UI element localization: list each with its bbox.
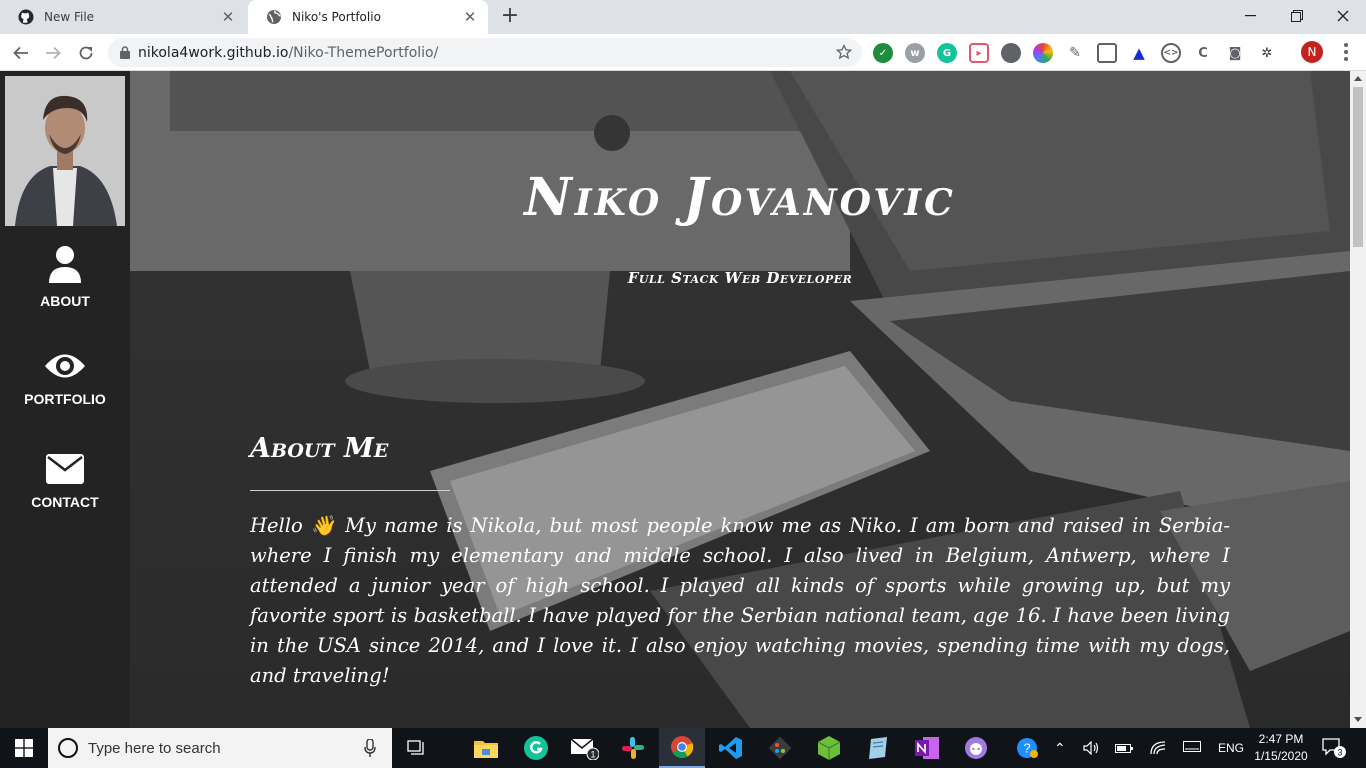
restore-icon[interactable] bbox=[1274, 0, 1320, 32]
svg-text:?: ? bbox=[1023, 741, 1030, 756]
notebook-app-icon[interactable] bbox=[855, 728, 901, 768]
grammarly-app-icon[interactable] bbox=[513, 728, 559, 768]
mail-app-icon[interactable]: 1 bbox=[562, 728, 608, 768]
globe-icon bbox=[266, 9, 282, 25]
profile-avatar[interactable]: N bbox=[1301, 41, 1323, 63]
wifi-icon[interactable] bbox=[1150, 728, 1166, 768]
scroll-up-icon[interactable] bbox=[1354, 76, 1362, 81]
about-paragraph: Hello 👋 My name is Nikola, but most peop… bbox=[250, 514, 1230, 687]
hero-name: Niko Jovanovic bbox=[524, 167, 956, 228]
w-extension-icon[interactable]: w bbox=[905, 43, 925, 63]
bookmark-star-icon[interactable] bbox=[836, 44, 852, 60]
camera-icon[interactable]: ◙ bbox=[1225, 43, 1245, 63]
color-picker-icon[interactable] bbox=[1033, 43, 1053, 63]
slack-icon[interactable] bbox=[610, 728, 656, 768]
about-divider bbox=[250, 490, 450, 491]
grammarly-icon[interactable]: G bbox=[937, 43, 957, 63]
sidebar-item-label: CONTACT bbox=[31, 494, 99, 510]
hero-section: Niko Jovanovic Full Stack Web Developer … bbox=[130, 71, 1350, 728]
notifications-icon[interactable]: 3 bbox=[1322, 728, 1346, 768]
sidebar-item-portfolio[interactable]: PORTFOLIO bbox=[0, 351, 130, 407]
task-view-icon[interactable] bbox=[394, 728, 440, 768]
forward-icon[interactable] bbox=[40, 40, 66, 66]
page-scrollbar[interactable] bbox=[1350, 71, 1366, 728]
url-host: nikola4work.github.io bbox=[138, 44, 289, 61]
sidebar: ABOUT PORTFOLIO CONTACT bbox=[0, 71, 130, 728]
sidebar-item-label: ABOUT bbox=[40, 293, 90, 309]
help-icon[interactable]: ? bbox=[1016, 728, 1038, 768]
sidebar-item-contact[interactable]: CONTACT bbox=[0, 454, 130, 510]
hero-role: Full Stack Web Developer bbox=[627, 269, 853, 287]
language-indicator[interactable]: ENG bbox=[1218, 728, 1244, 768]
battery-icon[interactable] bbox=[1115, 728, 1133, 768]
tab-new-file[interactable]: New File ✕ bbox=[0, 0, 246, 34]
bug-extension-icon[interactable]: ✲ bbox=[1257, 43, 1277, 63]
cortana-icon bbox=[58, 738, 78, 758]
tray-expand-icon[interactable]: ⌃ bbox=[1054, 728, 1066, 768]
address-bar[interactable]: nikola4work.github.io/Niko-ThemePortfoli… bbox=[108, 38, 862, 67]
record-extension-icon[interactable]: ▸ bbox=[969, 43, 989, 63]
mail-badge: 1 bbox=[590, 750, 595, 760]
notification-count: 3 bbox=[1337, 748, 1342, 758]
display-icon[interactable] bbox=[1183, 728, 1201, 768]
sidebar-item-about[interactable]: ABOUT bbox=[0, 245, 130, 309]
close-window-icon[interactable] bbox=[1320, 0, 1366, 32]
browser-toolbar: nikola4work.github.io/Niko-ThemePortfoli… bbox=[0, 34, 1366, 71]
cube-app-icon[interactable] bbox=[806, 728, 852, 768]
eyedropper-icon[interactable]: ✎ bbox=[1065, 43, 1085, 63]
taskbar-search-input[interactable]: Type here to search bbox=[48, 728, 392, 768]
clock-time: 2:47 PM bbox=[1258, 732, 1304, 746]
taskbar: Type here to search 1 ? ⌃ ENG 2:47 PM 1/… bbox=[0, 728, 1366, 768]
url-path: /Niko-ThemePortfolio/ bbox=[288, 44, 439, 61]
onenote-icon[interactable] bbox=[904, 728, 950, 768]
check-extension-icon[interactable]: ✓ bbox=[873, 43, 893, 63]
reload-icon[interactable] bbox=[73, 40, 99, 66]
microphone-icon[interactable] bbox=[364, 738, 376, 761]
user-icon bbox=[0, 245, 130, 283]
scroll-down-icon[interactable] bbox=[1354, 717, 1362, 722]
browser-menu-icon[interactable] bbox=[1336, 42, 1356, 62]
code-extension-icon[interactable]: <> bbox=[1161, 43, 1181, 63]
scrollbar-thumb[interactable] bbox=[1353, 87, 1363, 247]
page-viewport: Niko Jovanovic Full Stack Web Developer … bbox=[0, 71, 1350, 728]
eye-icon bbox=[0, 351, 130, 381]
circle-extension-icon[interactable] bbox=[1001, 43, 1021, 63]
windows-start-icon[interactable] bbox=[0, 728, 48, 768]
tab-title: New File bbox=[44, 10, 95, 24]
close-tab-icon[interactable]: ✕ bbox=[220, 8, 236, 26]
about-heading: About Me bbox=[250, 433, 389, 464]
back-icon[interactable] bbox=[8, 40, 34, 66]
git-icon[interactable] bbox=[757, 728, 803, 768]
taskbar-clock[interactable]: 2:47 PM 1/15/2020 bbox=[1250, 731, 1312, 765]
github-icon bbox=[18, 9, 34, 25]
minimize-icon[interactable] bbox=[1228, 0, 1274, 32]
lock-icon bbox=[120, 46, 130, 59]
github-desktop-icon[interactable] bbox=[953, 728, 999, 768]
screenshot-icon[interactable] bbox=[1097, 43, 1117, 63]
tab-portfolio[interactable]: Niko's Portfolio ✕ bbox=[248, 0, 488, 34]
volume-icon[interactable] bbox=[1083, 728, 1099, 768]
clock-date: 1/15/2020 bbox=[1254, 749, 1308, 763]
sidebar-item-label: PORTFOLIO bbox=[24, 391, 106, 407]
file-explorer-icon[interactable] bbox=[463, 728, 509, 768]
browser-tab-bar: New File ✕ Niko's Portfolio ✕ + bbox=[0, 0, 1366, 34]
envelope-icon bbox=[0, 454, 130, 484]
close-tab-icon[interactable]: ✕ bbox=[462, 8, 478, 26]
triangle-extension-icon[interactable]: ▲ bbox=[1129, 43, 1149, 63]
tab-title: Niko's Portfolio bbox=[292, 10, 381, 24]
c-extension-icon[interactable]: C bbox=[1193, 43, 1213, 63]
chrome-icon[interactable] bbox=[659, 728, 705, 768]
profile-photo bbox=[5, 76, 125, 226]
search-placeholder: Type here to search bbox=[88, 739, 221, 757]
new-tab-button[interactable]: + bbox=[498, 5, 522, 29]
vscode-icon[interactable] bbox=[708, 728, 754, 768]
